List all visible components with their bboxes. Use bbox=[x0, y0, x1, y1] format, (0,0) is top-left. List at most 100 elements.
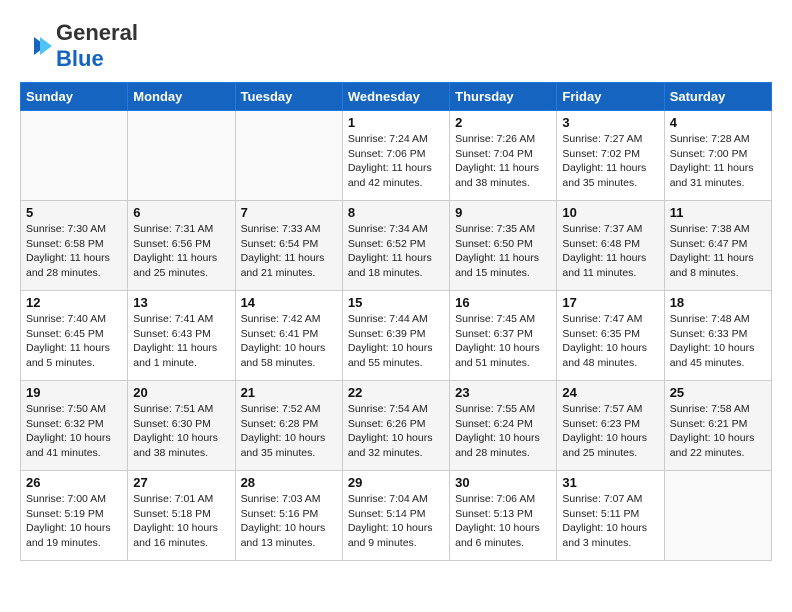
cell-info: Sunrise: 7:31 AM Sunset: 6:56 PM Dayligh… bbox=[133, 222, 229, 281]
day-cell-1: 1 Sunrise: 7:24 AM Sunset: 7:06 PM Daylig… bbox=[342, 111, 449, 201]
day-cell-14: 14 Sunrise: 7:42 AM Sunset: 6:41 PM Dayli… bbox=[235, 291, 342, 381]
cell-info: Sunrise: 7:50 AM Sunset: 6:32 PM Dayligh… bbox=[26, 402, 122, 461]
day-number: 27 bbox=[133, 475, 229, 490]
day-number: 13 bbox=[133, 295, 229, 310]
cell-info: Sunrise: 7:24 AM Sunset: 7:06 PM Dayligh… bbox=[348, 132, 444, 191]
day-number: 30 bbox=[455, 475, 551, 490]
day-number: 28 bbox=[241, 475, 337, 490]
day-cell-2: 2Sunrise: 7:26 AM Sunset: 7:04 PM Daylig… bbox=[450, 111, 557, 201]
week-row-1: 1 Sunrise: 7:24 AM Sunset: 7:06 PM Daylig… bbox=[21, 111, 772, 201]
logo: General Blue bbox=[20, 20, 138, 72]
cell-info: Sunrise: 7:34 AM Sunset: 6:52 PM Dayligh… bbox=[348, 222, 444, 281]
day-cell-19: 19 Sunrise: 7:50 AM Sunset: 6:32 PM Dayli… bbox=[21, 381, 128, 471]
day-cell-8: 8 Sunrise: 7:34 AM Sunset: 6:52 PM Daylig… bbox=[342, 201, 449, 291]
cell-info: Sunrise: 7:28 AM Sunset: 7:00 PM Dayligh… bbox=[670, 132, 766, 191]
cell-info: Sunrise: 7:51 AM Sunset: 6:30 PM Dayligh… bbox=[133, 402, 229, 461]
cell-info: Sunrise: 7:55 AM Sunset: 6:24 PM Dayligh… bbox=[455, 402, 551, 461]
day-cell-17: 17 Sunrise: 7:47 AM Sunset: 6:35 PM Dayli… bbox=[557, 291, 664, 381]
day-cell-3: 3 Sunrise: 7:27 AM Sunset: 7:02 PM Daylig… bbox=[557, 111, 664, 201]
cell-info: Sunrise: 7:06 AM Sunset: 5:13 PM Dayligh… bbox=[455, 492, 551, 551]
day-number: 19 bbox=[26, 385, 122, 400]
cell-info: Sunrise: 7:52 AM Sunset: 6:28 PM Dayligh… bbox=[241, 402, 337, 461]
day-number: 3 bbox=[562, 115, 658, 130]
day-number: 14 bbox=[241, 295, 337, 310]
cell-info: Sunrise: 7:42 AM Sunset: 6:41 PM Dayligh… bbox=[241, 312, 337, 371]
day-number: 15 bbox=[348, 295, 444, 310]
day-number: 21 bbox=[241, 385, 337, 400]
week-row-5: 26 Sunrise: 7:00 AM Sunset: 5:19 PM Dayli… bbox=[21, 471, 772, 561]
week-row-4: 19 Sunrise: 7:50 AM Sunset: 6:32 PM Dayli… bbox=[21, 381, 772, 471]
day-number: 22 bbox=[348, 385, 444, 400]
day-number: 31 bbox=[562, 475, 658, 490]
week-row-3: 12 Sunrise: 7:40 AM Sunset: 6:45 PM Dayli… bbox=[21, 291, 772, 381]
day-number: 20 bbox=[133, 385, 229, 400]
cell-info: Sunrise: 7:41 AM Sunset: 6:43 PM Dayligh… bbox=[133, 312, 229, 371]
cell-info: Sunrise: 7:44 AM Sunset: 6:39 PM Dayligh… bbox=[348, 312, 444, 371]
day-cell-9: 9 Sunrise: 7:35 AM Sunset: 6:50 PM Daylig… bbox=[450, 201, 557, 291]
day-number: 17 bbox=[562, 295, 658, 310]
cell-info: Sunrise: 7:38 AM Sunset: 6:47 PM Dayligh… bbox=[670, 222, 766, 281]
cell-info: Sunrise: 7:40 AM Sunset: 6:45 PM Dayligh… bbox=[26, 312, 122, 371]
day-cell-18: 18 Sunrise: 7:48 AM Sunset: 6:33 PM Dayli… bbox=[664, 291, 771, 381]
day-number: 12 bbox=[26, 295, 122, 310]
cell-info: Sunrise: 7:33 AM Sunset: 6:54 PM Dayligh… bbox=[241, 222, 337, 281]
day-number: 10 bbox=[562, 205, 658, 220]
cell-info: Sunrise: 7:04 AM Sunset: 5:14 PM Dayligh… bbox=[348, 492, 444, 551]
col-header-tuesday: Tuesday bbox=[235, 83, 342, 111]
empty-cell bbox=[128, 111, 235, 201]
day-cell-13: 13 Sunrise: 7:41 AM Sunset: 6:43 PM Dayli… bbox=[128, 291, 235, 381]
day-cell-23: 23 Sunrise: 7:55 AM Sunset: 6:24 PM Dayli… bbox=[450, 381, 557, 471]
col-header-thursday: Thursday bbox=[450, 83, 557, 111]
day-cell-26: 26 Sunrise: 7:00 AM Sunset: 5:19 PM Dayli… bbox=[21, 471, 128, 561]
cell-info: Sunrise: 7:48 AM Sunset: 6:33 PM Dayligh… bbox=[670, 312, 766, 371]
day-cell-5: 5Sunrise: 7:30 AM Sunset: 6:58 PM Daylig… bbox=[21, 201, 128, 291]
empty-cell bbox=[664, 471, 771, 561]
empty-cell bbox=[235, 111, 342, 201]
day-number: 24 bbox=[562, 385, 658, 400]
day-number: 26 bbox=[26, 475, 122, 490]
day-number: 2 bbox=[455, 115, 551, 130]
cell-info: Sunrise: 7:47 AM Sunset: 6:35 PM Dayligh… bbox=[562, 312, 658, 371]
day-number: 1 bbox=[348, 115, 444, 130]
cell-info: Sunrise: 7:27 AM Sunset: 7:02 PM Dayligh… bbox=[562, 132, 658, 191]
page-header: General Blue bbox=[20, 20, 772, 72]
col-header-friday: Friday bbox=[557, 83, 664, 111]
day-cell-11: 11Sunrise: 7:38 AM Sunset: 6:47 PM Dayli… bbox=[664, 201, 771, 291]
day-number: 29 bbox=[348, 475, 444, 490]
day-cell-25: 25Sunrise: 7:58 AM Sunset: 6:21 PM Dayli… bbox=[664, 381, 771, 471]
calendar-table: SundayMondayTuesdayWednesdayThursdayFrid… bbox=[20, 82, 772, 561]
cell-info: Sunrise: 7:30 AM Sunset: 6:58 PM Dayligh… bbox=[26, 222, 122, 281]
day-cell-12: 12 Sunrise: 7:40 AM Sunset: 6:45 PM Dayli… bbox=[21, 291, 128, 381]
cell-info: Sunrise: 7:37 AM Sunset: 6:48 PM Dayligh… bbox=[562, 222, 658, 281]
day-cell-21: 21 Sunrise: 7:52 AM Sunset: 6:28 PM Dayli… bbox=[235, 381, 342, 471]
day-cell-24: 24Sunrise: 7:57 AM Sunset: 6:23 PM Dayli… bbox=[557, 381, 664, 471]
col-header-sunday: Sunday bbox=[21, 83, 128, 111]
cell-info: Sunrise: 7:35 AM Sunset: 6:50 PM Dayligh… bbox=[455, 222, 551, 281]
day-cell-28: 28 Sunrise: 7:03 AM Sunset: 5:16 PM Dayli… bbox=[235, 471, 342, 561]
day-cell-16: 16Sunrise: 7:45 AM Sunset: 6:37 PM Dayli… bbox=[450, 291, 557, 381]
day-number: 23 bbox=[455, 385, 551, 400]
calendar-header-row: SundayMondayTuesdayWednesdayThursdayFrid… bbox=[21, 83, 772, 111]
week-row-2: 5Sunrise: 7:30 AM Sunset: 6:58 PM Daylig… bbox=[21, 201, 772, 291]
day-number: 9 bbox=[455, 205, 551, 220]
cell-info: Sunrise: 7:07 AM Sunset: 5:11 PM Dayligh… bbox=[562, 492, 658, 551]
day-cell-10: 10 Sunrise: 7:37 AM Sunset: 6:48 PM Dayli… bbox=[557, 201, 664, 291]
col-header-wednesday: Wednesday bbox=[342, 83, 449, 111]
day-number: 25 bbox=[670, 385, 766, 400]
day-number: 18 bbox=[670, 295, 766, 310]
day-cell-15: 15 Sunrise: 7:44 AM Sunset: 6:39 PM Dayli… bbox=[342, 291, 449, 381]
cell-info: Sunrise: 7:01 AM Sunset: 5:18 PM Dayligh… bbox=[133, 492, 229, 551]
logo-text: General Blue bbox=[56, 20, 138, 72]
day-number: 6 bbox=[133, 205, 229, 220]
cell-info: Sunrise: 7:00 AM Sunset: 5:19 PM Dayligh… bbox=[26, 492, 122, 551]
col-header-saturday: Saturday bbox=[664, 83, 771, 111]
day-cell-31: 31 Sunrise: 7:07 AM Sunset: 5:11 PM Dayli… bbox=[557, 471, 664, 561]
day-cell-6: 6 Sunrise: 7:31 AM Sunset: 6:56 PM Daylig… bbox=[128, 201, 235, 291]
day-number: 8 bbox=[348, 205, 444, 220]
day-number: 7 bbox=[241, 205, 337, 220]
day-cell-27: 27 Sunrise: 7:01 AM Sunset: 5:18 PM Dayli… bbox=[128, 471, 235, 561]
cell-info: Sunrise: 7:03 AM Sunset: 5:16 PM Dayligh… bbox=[241, 492, 337, 551]
day-cell-29: 29 Sunrise: 7:04 AM Sunset: 5:14 PM Dayli… bbox=[342, 471, 449, 561]
col-header-monday: Monday bbox=[128, 83, 235, 111]
day-cell-4: 4Sunrise: 7:28 AM Sunset: 7:00 PM Daylig… bbox=[664, 111, 771, 201]
